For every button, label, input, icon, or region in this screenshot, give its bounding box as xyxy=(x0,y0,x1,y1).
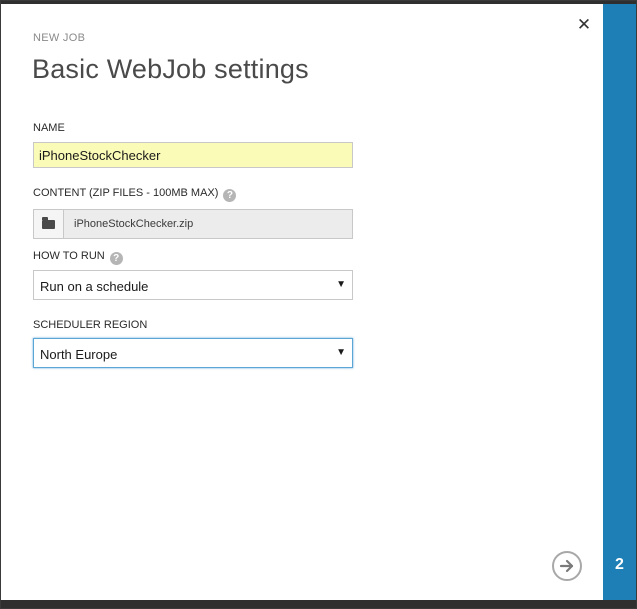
how-to-run-value: Run on a schedule xyxy=(40,279,149,294)
browse-file-button[interactable] xyxy=(34,210,64,238)
scheduler-region-select[interactable]: North Europe ▼ xyxy=(33,338,353,368)
step-number: 2 xyxy=(615,556,624,573)
content-label-text: CONTENT (ZIP FILES - 100MB MAX) xyxy=(33,187,219,199)
content-file-picker[interactable]: iPhoneStockChecker.zip xyxy=(33,209,353,239)
name-input[interactable] xyxy=(33,142,353,168)
selected-file-name: iPhoneStockChecker.zip xyxy=(74,218,194,230)
chevron-down-icon: ▼ xyxy=(336,347,346,358)
new-job-dialog: ✕ NEW JOB Basic WebJob settings NAME CON… xyxy=(1,4,603,600)
dialog-kicker: NEW JOB xyxy=(33,32,86,44)
bottom-edge xyxy=(1,600,636,608)
wizard-step-panel: 2 xyxy=(603,4,636,600)
page-title: Basic WebJob settings xyxy=(32,54,309,84)
how-to-run-select[interactable]: Run on a schedule ▼ xyxy=(33,270,353,300)
next-button[interactable] xyxy=(552,551,582,581)
name-label: NAME xyxy=(33,122,65,134)
content-label: CONTENT (ZIP FILES - 100MB MAX)? xyxy=(33,187,237,202)
chevron-down-icon: ▼ xyxy=(336,279,346,290)
help-icon[interactable]: ? xyxy=(223,189,237,202)
arrow-right-icon xyxy=(559,559,574,573)
app-window: ✕ NEW JOB Basic WebJob settings NAME CON… xyxy=(0,0,637,609)
scheduler-region-value: North Europe xyxy=(40,347,118,362)
how-to-run-label-text: HOW TO RUN xyxy=(33,250,105,262)
how-to-run-label: HOW TO RUN? xyxy=(33,250,123,265)
scheduler-region-label: SCHEDULER REGION xyxy=(33,319,148,331)
close-icon[interactable]: ✕ xyxy=(575,16,593,34)
folder-icon xyxy=(42,217,55,229)
help-icon[interactable]: ? xyxy=(109,252,123,265)
